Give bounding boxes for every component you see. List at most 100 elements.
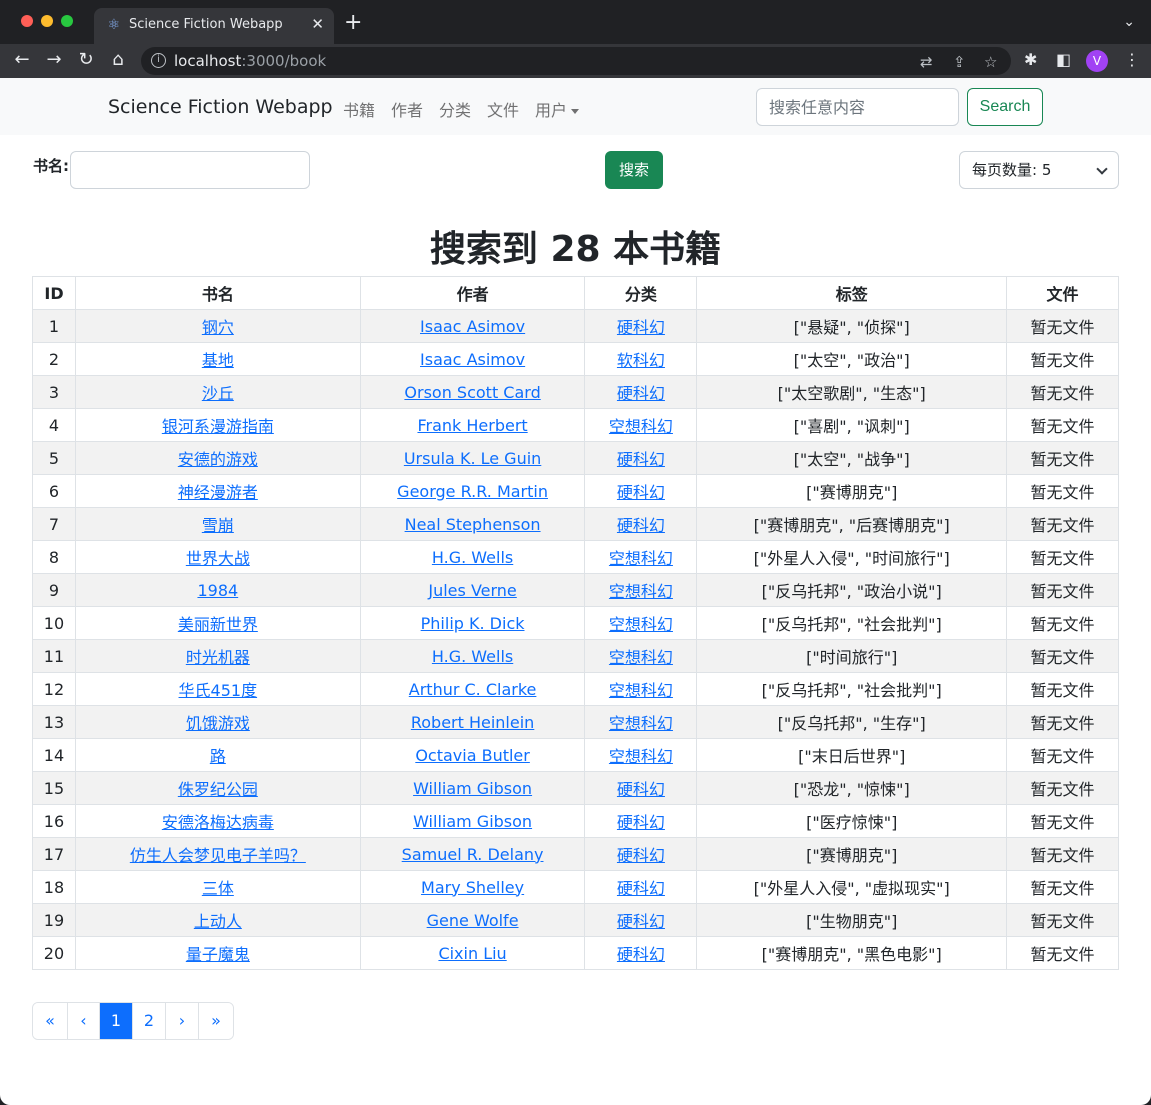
book-title-link[interactable]: 沙丘 xyxy=(202,384,234,403)
book-author-link[interactable]: William Gibson xyxy=(413,812,532,831)
book-title-link[interactable]: 世界大战 xyxy=(186,549,250,568)
book-author-link[interactable]: Neal Stephenson xyxy=(405,515,541,534)
book-category-link[interactable]: 空想科幻 xyxy=(609,681,673,700)
book-category-cell: 软科幻 xyxy=(584,342,698,376)
book-title-link[interactable]: 神经漫游者 xyxy=(178,483,258,502)
book-title-link[interactable]: 上动人 xyxy=(194,912,242,931)
close-window-button[interactable] xyxy=(21,15,33,27)
book-author-link[interactable]: Orson Scott Card xyxy=(404,383,540,402)
book-title-link[interactable]: 安德的游戏 xyxy=(178,450,258,469)
book-title-link[interactable]: 钢穴 xyxy=(202,318,234,337)
book-category-link[interactable]: 空想科幻 xyxy=(609,648,673,667)
new-tab-icon[interactable]: + xyxy=(344,12,362,34)
book-title-link[interactable]: 1984 xyxy=(197,581,238,600)
book-author-link[interactable]: Jules Verne xyxy=(428,581,516,600)
close-tab-icon[interactable]: ✕ xyxy=(311,15,324,33)
book-title-link[interactable]: 安德洛梅达病毒 xyxy=(162,813,274,832)
home-icon[interactable]: ⌂ xyxy=(107,50,129,70)
book-author-link[interactable]: Octavia Butler xyxy=(415,746,530,765)
browser-menu-icon[interactable]: ⋮ xyxy=(1124,50,1140,69)
pagination: « ‹ 1 2 › » xyxy=(32,1002,234,1040)
book-author-link[interactable]: Isaac Asimov xyxy=(420,317,525,336)
share-icon[interactable]: ⇪ xyxy=(953,53,966,71)
book-author-link[interactable]: H.G. Wells xyxy=(432,647,513,666)
extensions-icon[interactable]: ✱ xyxy=(1024,50,1037,69)
forward-icon[interactable]: → xyxy=(43,50,65,70)
tab-search-chevron-icon[interactable]: ⌄ xyxy=(1123,14,1135,30)
book-author-link[interactable]: William Gibson xyxy=(413,779,532,798)
book-author-link[interactable]: Gene Wolfe xyxy=(427,911,519,930)
browser-tab[interactable]: ⚛ Science Fiction Webapp ✕ xyxy=(94,8,334,44)
book-category-link[interactable]: 硬科幻 xyxy=(617,813,665,832)
book-title-link[interactable]: 华氏451度 xyxy=(179,681,258,700)
book-title-link[interactable]: 三体 xyxy=(202,879,234,898)
book-category-link[interactable]: 空想科幻 xyxy=(609,549,673,568)
filter-search-button[interactable]: 搜索 xyxy=(605,151,663,189)
site-info-icon[interactable]: i xyxy=(151,53,166,68)
book-author-link[interactable]: Isaac Asimov xyxy=(420,350,525,369)
book-category-link[interactable]: 硬科幻 xyxy=(617,912,665,931)
nav-link-categories[interactable]: 分类 xyxy=(439,97,471,121)
book-category-link[interactable]: 空想科幻 xyxy=(609,615,673,634)
book-author-link[interactable]: Cixin Liu xyxy=(438,944,506,963)
book-category-link[interactable]: 硬科幻 xyxy=(617,450,665,469)
per-page-select[interactable]: 每页数量: 5 xyxy=(959,151,1119,189)
nav-link-files[interactable]: 文件 xyxy=(487,97,519,121)
book-author-link[interactable]: Arthur C. Clarke xyxy=(409,680,537,699)
book-author-link[interactable]: H.G. Wells xyxy=(432,548,513,567)
book-category-link[interactable]: 硬科幻 xyxy=(617,384,665,403)
nav-link-authors[interactable]: 作者 xyxy=(391,97,423,121)
book-category-link[interactable]: 硬科幻 xyxy=(617,945,665,964)
book-category-link[interactable]: 空想科幻 xyxy=(609,747,673,766)
book-author-link[interactable]: Frank Herbert xyxy=(417,416,527,435)
translate-icon[interactable]: ⇄ xyxy=(920,53,933,71)
book-title-link[interactable]: 时光机器 xyxy=(186,648,250,667)
book-author-link[interactable]: Mary Shelley xyxy=(421,878,524,897)
address-bar[interactable]: i localhost:3000/book ⇄ ⇪ ☆ xyxy=(141,47,1011,75)
nav-link-books[interactable]: 书籍 xyxy=(343,97,375,121)
reload-icon[interactable]: ↻ xyxy=(75,50,97,70)
book-title-link[interactable]: 量子魔鬼 xyxy=(186,945,250,964)
book-title-link[interactable]: 路 xyxy=(210,747,226,766)
book-category-link[interactable]: 硬科幻 xyxy=(617,483,665,502)
book-title-link[interactable]: 基地 xyxy=(202,351,234,370)
book-title-link[interactable]: 美丽新世界 xyxy=(178,615,258,634)
page-first-button[interactable]: « xyxy=(33,1003,68,1039)
book-author-link[interactable]: Robert Heinlein xyxy=(411,713,534,732)
book-title-link[interactable]: 雪崩 xyxy=(202,516,234,535)
book-category-link[interactable]: 空想科幻 xyxy=(609,714,673,733)
book-author-link[interactable]: Ursula K. Le Guin xyxy=(404,449,541,468)
book-author-link[interactable]: Philip K. Dick xyxy=(421,614,525,633)
page-last-button[interactable]: » xyxy=(199,1003,233,1039)
global-search-button[interactable]: Search xyxy=(967,88,1043,126)
book-file-cell: 暂无文件 xyxy=(1006,573,1119,607)
back-icon[interactable]: ← xyxy=(11,50,33,70)
maximize-window-button[interactable] xyxy=(61,15,73,27)
book-title-link[interactable]: 饥饿游戏 xyxy=(186,714,250,733)
page-next-button[interactable]: › xyxy=(166,1003,199,1039)
title-filter-input[interactable] xyxy=(70,151,310,189)
book-category-link[interactable]: 空想科幻 xyxy=(609,582,673,601)
page-prev-button[interactable]: ‹ xyxy=(68,1003,100,1039)
navbar-brand[interactable]: Science Fiction Webapp xyxy=(108,96,333,118)
book-category-link[interactable]: 硬科幻 xyxy=(617,516,665,535)
side-panel-icon[interactable]: ◧ xyxy=(1056,50,1071,69)
book-category-link[interactable]: 硬科幻 xyxy=(617,846,665,865)
book-category-link[interactable]: 软科幻 xyxy=(617,351,665,370)
profile-avatar[interactable]: V xyxy=(1086,50,1108,72)
book-title-link[interactable]: 银河系漫游指南 xyxy=(162,417,274,436)
book-category-link[interactable]: 硬科幻 xyxy=(617,318,665,337)
book-title-link[interactable]: 仿生人会梦见电子羊吗？ xyxy=(130,846,306,865)
book-category-link[interactable]: 硬科幻 xyxy=(617,780,665,799)
book-category-link[interactable]: 空想科幻 xyxy=(609,417,673,436)
page-2-button[interactable]: 2 xyxy=(133,1003,166,1039)
page-1-button[interactable]: 1 xyxy=(100,1003,133,1039)
book-author-link[interactable]: Samuel R. Delany xyxy=(402,845,544,864)
book-author-link[interactable]: George R.R. Martin xyxy=(397,482,548,501)
global-search-input[interactable] xyxy=(756,88,959,126)
nav-link-user-dropdown[interactable]: 用户 xyxy=(535,97,580,121)
book-category-link[interactable]: 硬科幻 xyxy=(617,879,665,898)
bookmark-star-icon[interactable]: ☆ xyxy=(984,53,997,71)
book-title-link[interactable]: 侏罗纪公园 xyxy=(178,780,258,799)
minimize-window-button[interactable] xyxy=(41,15,53,27)
